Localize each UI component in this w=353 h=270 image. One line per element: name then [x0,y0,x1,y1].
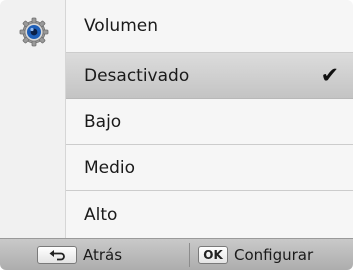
menu-item-label: Desactivado [84,65,190,86]
gear-icon [19,17,49,47]
volume-menu: Volumen Desactivado ✔ Bajo Medio Alto [66,0,353,238]
bottom-bar: Atrás OK Configurar [0,238,353,270]
menu-item-label: Alto [84,204,118,225]
sidebar [0,0,66,238]
menu-item-bajo[interactable]: Bajo [66,99,353,145]
menu-item-desactivado[interactable]: Desactivado ✔ [66,53,353,99]
ok-button[interactable]: OK Configurar [198,239,313,270]
back-arrow-icon [49,249,65,260]
configure-label: Configurar [234,245,314,264]
checkmark-icon: ✔ [320,63,339,88]
camera-settings-screen: Volumen Desactivado ✔ Bajo Medio Alto At… [0,0,353,270]
ok-key[interactable]: OK [198,245,228,264]
menu-item-label: Bajo [84,111,122,132]
back-key[interactable] [37,245,77,264]
back-label: Atrás [83,245,123,264]
menu-header: Volumen [66,0,353,53]
menu-title: Volumen [84,16,159,36]
menu-item-alto[interactable]: Alto [66,191,353,238]
menu-item-medio[interactable]: Medio [66,145,353,191]
menu-item-label: Medio [84,157,136,178]
back-button[interactable]: Atrás [37,239,122,270]
bottom-divider [189,243,190,267]
